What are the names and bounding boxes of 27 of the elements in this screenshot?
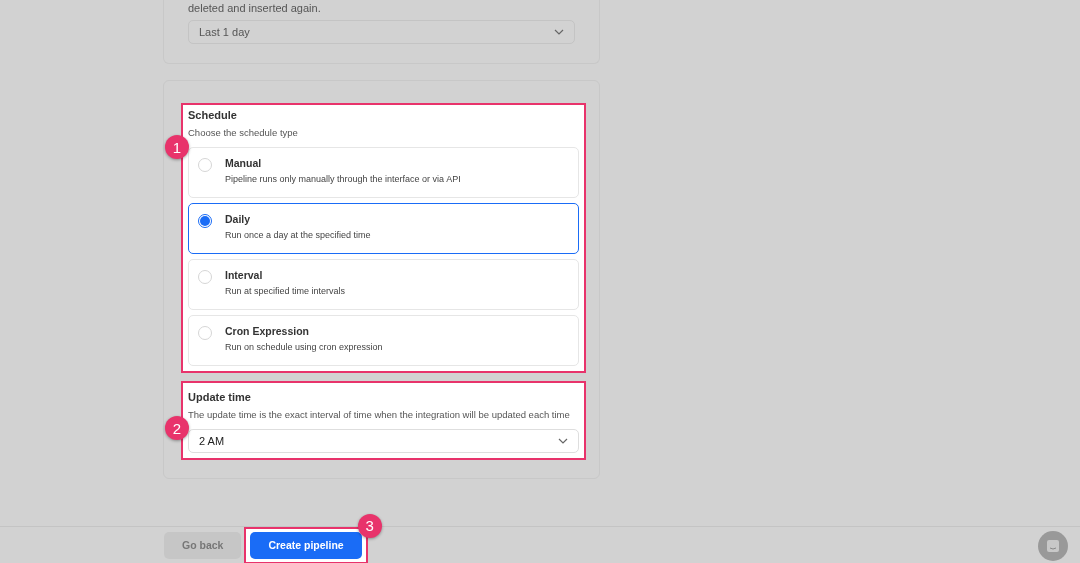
schedule-option[interactable]: Interval Run at specified time intervals [188, 259, 579, 310]
step-badge: 2 [165, 416, 189, 440]
option-label: Interval [225, 269, 264, 281]
option-description: Run at specified time intervals [225, 286, 346, 296]
step-badge: 1 [165, 135, 189, 159]
section-title: Update time [188, 391, 252, 403]
retention-select[interactable]: Last 1 day [188, 20, 575, 44]
chevron-down-icon [558, 438, 568, 444]
schedule-option[interactable]: Manual Pipeline runs only manually through the interface or via API [188, 147, 579, 198]
option-label: Manual [225, 157, 263, 169]
section-subtitle: The update time is the exact interval of time when the integration will be updated each time [188, 409, 571, 420]
section-title: Schedule [188, 109, 238, 121]
option-label: Daily [225, 213, 252, 225]
schedule-option[interactable]: Cron Expression Run on schedule using cron expression [188, 315, 579, 366]
section-subtitle: Choose the schedule type [188, 127, 299, 138]
step-badge: 3 [357, 513, 382, 538]
chat-icon[interactable] [1038, 531, 1068, 561]
option-label: Cron Expression [225, 325, 311, 337]
option-description: Run on schedule using cron expression [225, 342, 383, 352]
option-description: Run once a day at the specified time [225, 230, 371, 240]
schedule-option[interactable]: Daily Run once a day at the specified time [188, 203, 579, 254]
option-description: Pipeline runs only manually through the interface or via API [225, 174, 461, 184]
create-pipeline-button[interactable]: Create pipeline [250, 531, 362, 559]
update-time-select[interactable]: 2 AM [188, 429, 579, 453]
chevron-down-icon [554, 29, 564, 35]
retention-note: deleted and inserted again. [188, 2, 322, 14]
radio-button[interactable] [198, 214, 212, 228]
